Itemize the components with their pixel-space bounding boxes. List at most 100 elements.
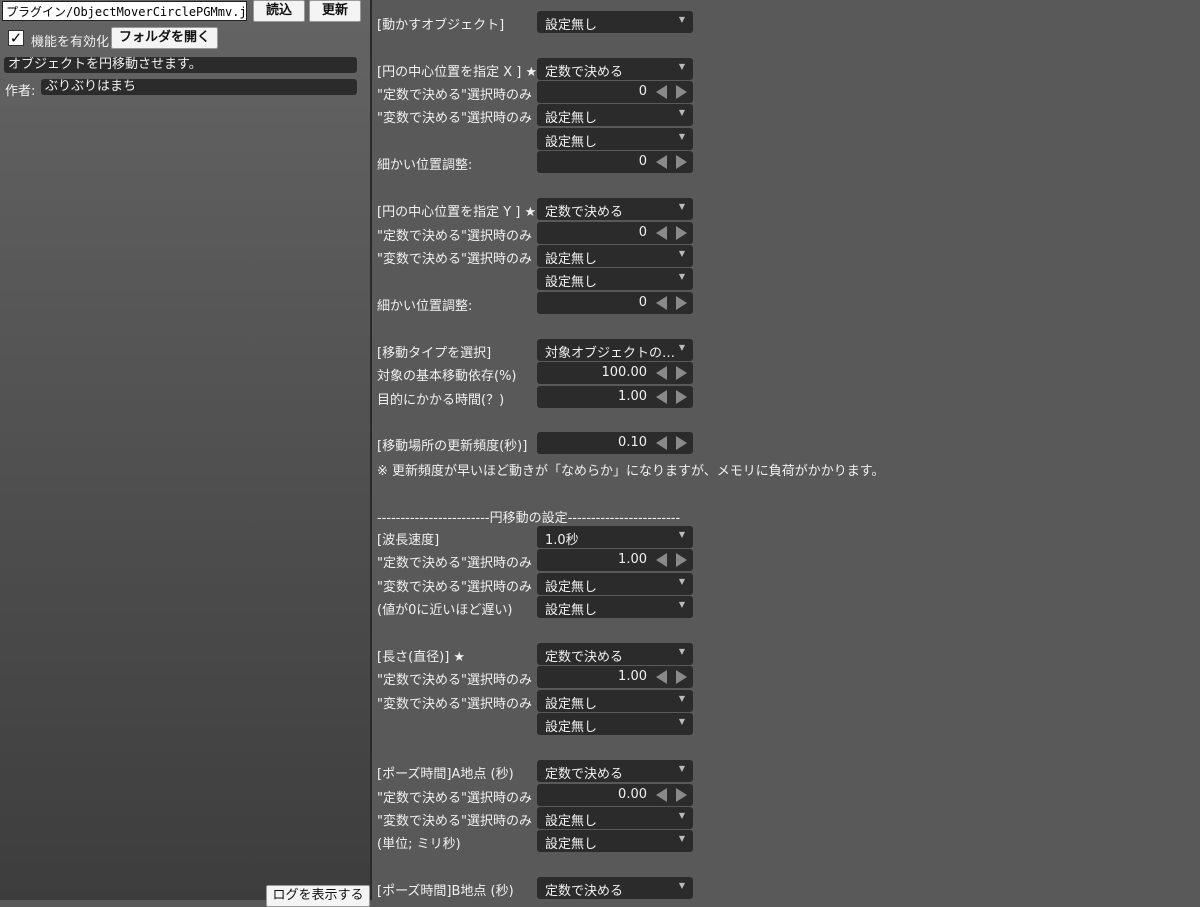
row-pause-a-const: "定数で決める"選択時のみ 0.00: [377, 784, 697, 806]
row-pause-a: [ポーズ時間]A地点 (秒) 定数で決める ▼: [377, 760, 697, 782]
row-length-const: "定数で決める"選択時のみ 1.00: [377, 666, 697, 688]
move-type-time-label: 目的にかかる時間(？): [377, 393, 505, 408]
decrement-arrow-icon[interactable]: [656, 155, 667, 169]
select-value: 設定無し: [545, 814, 598, 829]
spinner-value: 1.00: [618, 552, 647, 567]
show-log-button[interactable]: ログを表示する: [266, 885, 370, 907]
decrement-arrow-icon[interactable]: [656, 296, 667, 310]
open-folder-button[interactable]: フォルダを開く: [111, 27, 218, 49]
center-x-mode-select[interactable]: 定数で決める ▼: [537, 58, 693, 80]
center-x-const-spinner[interactable]: 0: [537, 81, 693, 103]
increment-arrow-icon[interactable]: [676, 85, 687, 99]
decrement-arrow-icon[interactable]: [656, 670, 667, 684]
enable-label: 機能を有効化: [31, 35, 110, 50]
select-value: 設定無し: [545, 275, 598, 290]
dropdown-arrow-icon: ▼: [678, 272, 685, 281]
length-mode-select[interactable]: 定数で決める ▼: [537, 643, 693, 665]
decrement-arrow-icon[interactable]: [656, 366, 667, 380]
move-type-select[interactable]: 対象オブジェクトの… ▼: [537, 339, 693, 361]
decrement-arrow-icon[interactable]: [656, 553, 667, 567]
center-y-fine-spinner[interactable]: 0: [537, 292, 693, 314]
dropdown-arrow-icon: ▼: [678, 600, 685, 609]
row-wave-speed: [波長速度] 1.0秒 ▼: [377, 526, 697, 548]
increment-arrow-icon[interactable]: [676, 226, 687, 240]
row-center-y-var2: 設定無し ▼: [377, 268, 697, 290]
increment-arrow-icon[interactable]: [676, 390, 687, 404]
increment-arrow-icon[interactable]: [676, 366, 687, 380]
select-value: 設定無し: [545, 111, 598, 126]
increment-arrow-icon[interactable]: [676, 296, 687, 310]
decrement-arrow-icon[interactable]: [656, 390, 667, 404]
center-x-fine-spinner[interactable]: 0: [537, 151, 693, 173]
dropdown-arrow-icon: ▼: [678, 62, 685, 71]
pause-b-label: [ポーズ時間]B地点 (秒): [377, 884, 514, 899]
select-value: 設定無し: [545, 603, 598, 618]
enable-checkbox[interactable]: ✓: [8, 30, 24, 46]
wave-speed-var-label: "変数で決める"選択時のみ: [377, 580, 532, 595]
load-button[interactable]: 読込: [253, 0, 305, 22]
spinner-value: 0: [638, 84, 647, 99]
circle-section-divider: ------------------------円移動の設定----------…: [377, 511, 681, 526]
pause-a-mode-select[interactable]: 定数で決める ▼: [537, 760, 693, 782]
length-const-label: "定数で決める"選択時のみ: [377, 673, 532, 688]
row-length: [長さ(直径)] ★ 定数で決める ▼: [377, 643, 697, 665]
move-type-base-spinner[interactable]: 100.00: [537, 362, 693, 384]
length-var-select[interactable]: 設定無し ▼: [537, 690, 693, 712]
pause-a-var-select[interactable]: 設定無し ▼: [537, 807, 693, 829]
pause-a-const-spinner[interactable]: 0.00: [537, 784, 693, 806]
wave-speed-const-spinner[interactable]: 1.00: [537, 549, 693, 571]
decrement-arrow-icon[interactable]: [656, 788, 667, 802]
increment-arrow-icon[interactable]: [676, 788, 687, 802]
select-value: 定数で決める: [545, 205, 624, 220]
center-y-const-spinner[interactable]: 0: [537, 222, 693, 244]
select-value: 対象オブジェクトの…: [545, 346, 676, 361]
dropdown-arrow-icon: ▼: [678, 881, 685, 890]
center-y-mode-select[interactable]: 定数で決める ▼: [537, 198, 693, 220]
row-move-type: [移動タイプを選択] 対象オブジェクトの… ▼: [377, 339, 697, 361]
author-value: ぶりぶりはまち: [41, 79, 357, 95]
center-x-var-select[interactable]: 設定無し ▼: [537, 104, 693, 126]
spinner-value: 1.00: [618, 389, 647, 404]
row-center-x-var2: 設定無し ▼: [377, 128, 697, 150]
row-pause-b: [ポーズ時間]B地点 (秒) 定数で決める ▼: [377, 877, 697, 899]
spinner-value: 1.00: [618, 669, 647, 684]
dropdown-arrow-icon: ▼: [678, 647, 685, 656]
spinner-value: 0: [638, 225, 647, 240]
increment-arrow-icon[interactable]: [676, 670, 687, 684]
center-y-var2-select[interactable]: 設定無し ▼: [537, 268, 693, 290]
pause-b-mode-select[interactable]: 定数で決める ▼: [537, 877, 693, 899]
select-value: 設定無し: [545, 580, 598, 595]
decrement-arrow-icon[interactable]: [656, 436, 667, 450]
decrement-arrow-icon[interactable]: [656, 226, 667, 240]
wave-speed-var2-select[interactable]: 設定無し ▼: [537, 596, 693, 618]
move-type-base-label: 対象の基本移動依存(%): [377, 369, 517, 384]
center-x-label: [円の中心位置を指定 X ] ★: [377, 65, 538, 80]
decrement-arrow-icon[interactable]: [656, 85, 667, 99]
update-freq-note: ※ 更新頻度が早いほど動きが「なめらか」になりますが、メモリに負荷がかかります。: [377, 464, 885, 479]
row-center-x-const: "定数で決める"選択時のみ 0: [377, 81, 697, 103]
wave-speed-select[interactable]: 1.0秒 ▼: [537, 526, 693, 548]
center-x-var2-select[interactable]: 設定無し ▼: [537, 128, 693, 150]
dropdown-arrow-icon: ▼: [678, 15, 685, 24]
pause-a-unit-label: (単位; ミリ秒): [377, 837, 461, 852]
wave-speed-hint-label: (値が0に近いほど遅い): [377, 603, 513, 618]
move-type-time-spinner[interactable]: 1.00: [537, 386, 693, 408]
row-move-type-time: 目的にかかる時間(？) 1.00: [377, 386, 697, 408]
update-freq-spinner[interactable]: 0.10: [537, 432, 693, 454]
dropdown-arrow-icon: ▼: [678, 530, 685, 539]
plugin-path-field[interactable]: プラグイン/ObjectMoverCirclePGMmv.js: [2, 1, 247, 21]
wave-speed-var-select[interactable]: 設定無し ▼: [537, 573, 693, 595]
row-center-x: [円の中心位置を指定 X ] ★ 定数で決める ▼: [377, 58, 697, 80]
increment-arrow-icon[interactable]: [676, 436, 687, 450]
pause-a-label: [ポーズ時間]A地点 (秒): [377, 767, 514, 782]
pause-a-var2-select[interactable]: 設定無し ▼: [537, 830, 693, 852]
increment-arrow-icon[interactable]: [676, 155, 687, 169]
target-object-select[interactable]: 設定無し ▼: [537, 11, 693, 33]
center-x-const-label: "定数で決める"選択時のみ: [377, 88, 532, 103]
length-const-spinner[interactable]: 1.00: [537, 666, 693, 688]
dropdown-arrow-icon: ▼: [678, 764, 685, 773]
increment-arrow-icon[interactable]: [676, 553, 687, 567]
length-var2-select[interactable]: 設定無し ▼: [537, 713, 693, 735]
center-y-var-select[interactable]: 設定無し ▼: [537, 245, 693, 267]
update-button[interactable]: 更新: [309, 0, 361, 22]
